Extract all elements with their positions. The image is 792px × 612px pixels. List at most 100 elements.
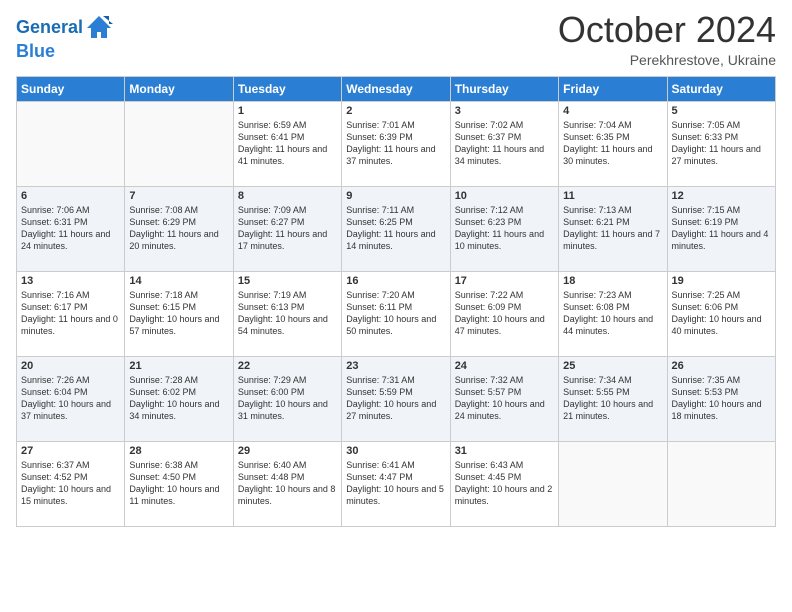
day-number: 2 — [346, 105, 445, 117]
day-number: 10 — [455, 190, 554, 202]
day-number: 31 — [455, 445, 554, 457]
cell-content: Sunrise: 6:43 AM Sunset: 4:45 PM Dayligh… — [455, 459, 554, 508]
month-title: October 2024 — [558, 10, 776, 50]
cell-content: Sunrise: 7:05 AM Sunset: 6:33 PM Dayligh… — [672, 119, 771, 168]
calendar-cell: 16Sunrise: 7:20 AM Sunset: 6:11 PM Dayli… — [342, 271, 450, 356]
location: Perekhrestove, Ukraine — [558, 52, 776, 68]
day-number: 22 — [238, 360, 337, 372]
day-number: 24 — [455, 360, 554, 372]
cell-content: Sunrise: 7:06 AM Sunset: 6:31 PM Dayligh… — [21, 204, 120, 253]
day-number: 3 — [455, 105, 554, 117]
calendar-cell: 6 Sunrise: 7:06 AM Sunset: 6:31 PM Daylig… — [17, 186, 125, 271]
logo-text-general: General — [16, 18, 83, 38]
calendar-cell: 29Sunrise: 6:40 AM Sunset: 4:48 PM Dayli… — [233, 441, 341, 526]
cell-content: Sunrise: 6:37 AM Sunset: 4:52 PM Dayligh… — [21, 459, 120, 508]
calendar-week-row: 20 Sunrise: 7:26 AM Sunset: 6:04 PM Dayli… — [17, 356, 776, 441]
calendar-cell — [559, 441, 667, 526]
calendar-cell: 18 Sunrise: 7:23 AM Sunset: 6:08 PM Dayli… — [559, 271, 667, 356]
day-number: 18 — [563, 275, 662, 287]
day-number: 15 — [238, 275, 337, 287]
day-number: 21 — [129, 360, 228, 372]
logo-text-blue: Blue — [16, 42, 113, 62]
calendar-cell — [667, 441, 775, 526]
cell-content: Sunrise: 7:28 AM Sunset: 6:02 PM Dayligh… — [129, 374, 228, 423]
day-number: 27 — [21, 445, 120, 457]
day-number: 8 — [238, 190, 337, 202]
calendar-cell: 31 Sunrise: 6:43 AM Sunset: 4:45 PM Dayli… — [450, 441, 558, 526]
day-of-week-header: Wednesday — [342, 76, 450, 101]
calendar-cell: 22 Sunrise: 7:29 AM Sunset: 6:00 PM Dayli… — [233, 356, 341, 441]
logo: General Blue — [16, 14, 113, 62]
cell-content: Sunrise: 6:40 AM Sunset: 4:48 PM Dayligh… — [238, 459, 337, 508]
cell-content: Sunrise: 7:26 AM Sunset: 6:04 PM Dayligh… — [21, 374, 120, 423]
calendar-cell: 5Sunrise: 7:05 AM Sunset: 6:33 PM Daylig… — [667, 101, 775, 186]
day-number: 1 — [238, 105, 337, 117]
cell-content: Sunrise: 7:02 AM Sunset: 6:37 PM Dayligh… — [455, 119, 554, 168]
logo-icon — [85, 14, 113, 42]
calendar-cell: 30Sunrise: 6:41 AM Sunset: 4:47 PM Dayli… — [342, 441, 450, 526]
calendar-cell: 7Sunrise: 7:08 AM Sunset: 6:29 PM Daylig… — [125, 186, 233, 271]
day-number: 17 — [455, 275, 554, 287]
cell-content: Sunrise: 7:11 AM Sunset: 6:25 PM Dayligh… — [346, 204, 445, 253]
calendar-week-row: 13 Sunrise: 7:16 AM Sunset: 6:17 PM Dayli… — [17, 271, 776, 356]
day-of-week-header: Monday — [125, 76, 233, 101]
day-number: 4 — [563, 105, 662, 117]
day-number: 20 — [21, 360, 120, 372]
calendar-cell: 17 Sunrise: 7:22 AM Sunset: 6:09 PM Dayli… — [450, 271, 558, 356]
calendar-cell: 28Sunrise: 6:38 AM Sunset: 4:50 PM Dayli… — [125, 441, 233, 526]
cell-content: Sunrise: 7:01 AM Sunset: 6:39 PM Dayligh… — [346, 119, 445, 168]
calendar-cell: 15 Sunrise: 7:19 AM Sunset: 6:13 PM Dayli… — [233, 271, 341, 356]
calendar-cell: 8 Sunrise: 7:09 AM Sunset: 6:27 PM Daylig… — [233, 186, 341, 271]
day-number: 11 — [563, 190, 662, 202]
day-number: 6 — [21, 190, 120, 202]
cell-content: Sunrise: 7:32 AM Sunset: 5:57 PM Dayligh… — [455, 374, 554, 423]
cell-content: Sunrise: 7:15 AM Sunset: 6:19 PM Dayligh… — [672, 204, 771, 253]
calendar-cell: 26 Sunrise: 7:35 AM Sunset: 5:53 PM Dayli… — [667, 356, 775, 441]
cell-content: Sunrise: 7:29 AM Sunset: 6:00 PM Dayligh… — [238, 374, 337, 423]
day-of-week-header: Thursday — [450, 76, 558, 101]
calendar-cell: 12 Sunrise: 7:15 AM Sunset: 6:19 PM Dayli… — [667, 186, 775, 271]
cell-content: Sunrise: 7:19 AM Sunset: 6:13 PM Dayligh… — [238, 289, 337, 338]
cell-content: Sunrise: 7:34 AM Sunset: 5:55 PM Dayligh… — [563, 374, 662, 423]
cell-content: Sunrise: 7:13 AM Sunset: 6:21 PM Dayligh… — [563, 204, 662, 253]
cell-content: Sunrise: 7:20 AM Sunset: 6:11 PM Dayligh… — [346, 289, 445, 338]
cell-content: Sunrise: 7:09 AM Sunset: 6:27 PM Dayligh… — [238, 204, 337, 253]
day-of-week-header: Saturday — [667, 76, 775, 101]
header: General Blue October 2024 Perekhrestove,… — [16, 10, 776, 68]
day-number: 26 — [672, 360, 771, 372]
calendar-cell: 27 Sunrise: 6:37 AM Sunset: 4:52 PM Dayli… — [17, 441, 125, 526]
day-number: 23 — [346, 360, 445, 372]
day-number: 7 — [129, 190, 228, 202]
calendar-cell: 1 Sunrise: 6:59 AM Sunset: 6:41 PM Daylig… — [233, 101, 341, 186]
cell-content: Sunrise: 7:04 AM Sunset: 6:35 PM Dayligh… — [563, 119, 662, 168]
calendar-cell: 23 Sunrise: 7:31 AM Sunset: 5:59 PM Dayli… — [342, 356, 450, 441]
day-of-week-header: Tuesday — [233, 76, 341, 101]
cell-content: Sunrise: 7:16 AM Sunset: 6:17 PM Dayligh… — [21, 289, 120, 338]
calendar-week-row: 27 Sunrise: 6:37 AM Sunset: 4:52 PM Dayli… — [17, 441, 776, 526]
day-number: 19 — [672, 275, 771, 287]
calendar-table: SundayMondayTuesdayWednesdayThursdayFrid… — [16, 76, 776, 527]
calendar-cell: 20 Sunrise: 7:26 AM Sunset: 6:04 PM Dayli… — [17, 356, 125, 441]
cell-content: Sunrise: 7:31 AM Sunset: 5:59 PM Dayligh… — [346, 374, 445, 423]
cell-content: Sunrise: 6:59 AM Sunset: 6:41 PM Dayligh… — [238, 119, 337, 168]
day-number: 28 — [129, 445, 228, 457]
cell-content: Sunrise: 7:23 AM Sunset: 6:08 PM Dayligh… — [563, 289, 662, 338]
calendar-cell: 10Sunrise: 7:12 AM Sunset: 6:23 PM Dayli… — [450, 186, 558, 271]
day-number: 12 — [672, 190, 771, 202]
day-number: 13 — [21, 275, 120, 287]
day-number: 9 — [346, 190, 445, 202]
calendar-cell: 21 Sunrise: 7:28 AM Sunset: 6:02 PM Dayli… — [125, 356, 233, 441]
title-block: October 2024 Perekhrestove, Ukraine — [558, 10, 776, 68]
day-number: 25 — [563, 360, 662, 372]
cell-content: Sunrise: 7:35 AM Sunset: 5:53 PM Dayligh… — [672, 374, 771, 423]
cell-content: Sunrise: 7:22 AM Sunset: 6:09 PM Dayligh… — [455, 289, 554, 338]
calendar-week-row: 6 Sunrise: 7:06 AM Sunset: 6:31 PM Daylig… — [17, 186, 776, 271]
day-of-week-header: Sunday — [17, 76, 125, 101]
calendar-body: 1 Sunrise: 6:59 AM Sunset: 6:41 PM Daylig… — [17, 101, 776, 526]
calendar-cell — [17, 101, 125, 186]
calendar-week-row: 1 Sunrise: 6:59 AM Sunset: 6:41 PM Daylig… — [17, 101, 776, 186]
calendar-cell: 25 Sunrise: 7:34 AM Sunset: 5:55 PM Dayli… — [559, 356, 667, 441]
day-of-week-header: Friday — [559, 76, 667, 101]
page: General Blue October 2024 Perekhrestove,… — [0, 0, 792, 543]
calendar-cell — [125, 101, 233, 186]
